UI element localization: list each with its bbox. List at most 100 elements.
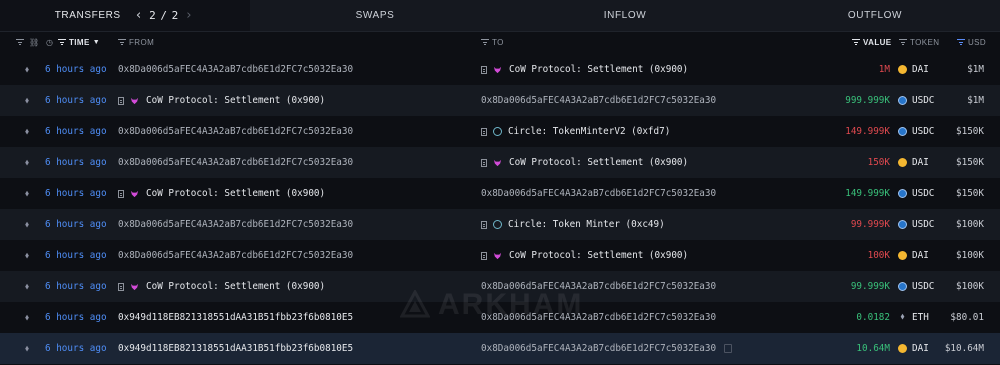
row-token[interactable]: DAI	[898, 147, 929, 178]
row-to-address[interactable]: 0x8Da006d5aFEC4A3A2aB7cdb6E1d2FC7c5032Ea…	[481, 302, 716, 333]
row-to-entity[interactable]: CoW Protocol: Settlement (0x900)	[481, 54, 688, 85]
tab-bar: TRANSFERS ‹ 2 / 2 › SWAPS INFLOW OUTFLOW	[0, 0, 1000, 32]
to-column-header[interactable]: TO	[481, 32, 504, 52]
table-row[interactable]: ⬧ 6 hours ago CoW Protocol: Settlement (…	[0, 271, 1000, 302]
table-row[interactable]: ⬧ 6 hours ago 0x949d118EB821318551dAA31B…	[0, 333, 1000, 364]
usdc-icon	[898, 96, 907, 105]
to-entity-label: CoW Protocol: Settlement (0x900)	[509, 157, 689, 168]
contract-icon	[481, 65, 487, 74]
contract-icon	[481, 127, 487, 136]
row-time[interactable]: 6 hours ago	[45, 302, 107, 333]
row-token[interactable]: USDC	[898, 271, 934, 302]
row-time[interactable]: 6 hours ago	[45, 147, 107, 178]
row-value: 10.64M	[856, 343, 890, 354]
chain-filter[interactable]	[16, 32, 24, 52]
row-time[interactable]: 6 hours ago	[45, 209, 107, 240]
filter-icon	[58, 39, 66, 45]
row-from-address[interactable]: 0x8Da006d5aFEC4A3A2aB7cdb6E1d2FC7c5032Ea…	[118, 209, 353, 240]
row-usd: $1M	[967, 95, 984, 106]
row-to-entity[interactable]: CoW Protocol: Settlement (0x900)	[481, 147, 688, 178]
tab-transfers[interactable]: TRANSFERS ‹ 2 / 2 ›	[0, 0, 250, 31]
ethereum-icon: ⬧	[24, 312, 30, 323]
token-label: USDC	[912, 219, 935, 230]
row-from-address[interactable]: 0x949d118EB821318551dAA31B51fbb23f6b0810…	[118, 302, 353, 333]
row-to-entity[interactable]: Circle: Token Minter (0xc49)	[481, 209, 665, 240]
row-time[interactable]: 6 hours ago	[45, 54, 107, 85]
row-token[interactable]: ⬧ ETH	[898, 302, 928, 333]
link-icon[interactable]: ⛓	[29, 32, 40, 52]
row-time[interactable]: 6 hours ago	[45, 271, 107, 302]
token-header-label: TOKEN	[910, 37, 940, 47]
row-token[interactable]: USDC	[898, 178, 934, 209]
table-row[interactable]: ⬧ 6 hours ago CoW Protocol: Settlement (…	[0, 85, 1000, 116]
prev-page-icon[interactable]: ‹	[133, 8, 145, 23]
cow-protocol-icon	[493, 66, 502, 73]
value-column-header[interactable]: VALUE	[852, 32, 892, 52]
from-entity-label: CoW Protocol: Settlement (0x900)	[146, 188, 326, 199]
row-token[interactable]: USDC	[898, 116, 934, 147]
row-from-address[interactable]: 0x8Da006d5aFEC4A3A2aB7cdb6E1d2FC7c5032Ea…	[118, 116, 353, 147]
row-from-entity[interactable]: CoW Protocol: Settlement (0x900)	[118, 85, 325, 116]
row-token[interactable]: DAI	[898, 240, 929, 271]
row-from-entity[interactable]: CoW Protocol: Settlement (0x900)	[118, 178, 325, 209]
row-time[interactable]: 6 hours ago	[45, 116, 107, 147]
row-from-entity[interactable]: CoW Protocol: Settlement (0x900)	[118, 271, 325, 302]
row-token[interactable]: DAI	[898, 54, 929, 85]
dai-icon	[898, 65, 907, 74]
row-usd: $100K	[956, 250, 984, 261]
token-label: USDC	[912, 95, 935, 106]
row-token[interactable]: DAI	[898, 333, 929, 364]
row-token[interactable]: USDC	[898, 209, 934, 240]
row-to-address[interactable]: 0x8Da006d5aFEC4A3A2aB7cdb6E1d2FC7c5032Ea…	[481, 271, 716, 302]
row-value: 1M	[878, 64, 890, 75]
copy-icon[interactable]	[724, 344, 733, 353]
from-header-label: FROM	[129, 37, 155, 47]
transfers-table: ⬧ 6 hours ago 0x8Da006d5aFEC4A3A2aB7cdb6…	[0, 54, 1000, 364]
row-to-address[interactable]: 0x8Da006d5aFEC4A3A2aB7cdb6E1d2FC7c5032Ea…	[481, 333, 733, 364]
usdc-icon	[898, 127, 907, 136]
table-row[interactable]: ⬧ 6 hours ago CoW Protocol: Settlement (…	[0, 178, 1000, 209]
row-time[interactable]: 6 hours ago	[45, 85, 107, 116]
row-from-address[interactable]: 0x8Da006d5aFEC4A3A2aB7cdb6E1d2FC7c5032Ea…	[118, 54, 353, 85]
tab-swaps[interactable]: SWAPS	[250, 0, 500, 31]
row-time[interactable]: 6 hours ago	[45, 240, 107, 271]
tab-outflow[interactable]: OUTFLOW	[750, 0, 1000, 31]
row-from-address[interactable]: 0x8Da006d5aFEC4A3A2aB7cdb6E1d2FC7c5032Ea…	[118, 240, 353, 271]
row-value: 0.0182	[856, 312, 890, 323]
token-label: DAI	[912, 343, 929, 354]
time-column-header[interactable]: TIME ▼	[58, 32, 100, 52]
row-value: 149.999K	[845, 126, 890, 137]
table-row[interactable]: ⬧ 6 hours ago 0x8Da006d5aFEC4A3A2aB7cdb6…	[0, 54, 1000, 85]
usd-header-label: USD	[968, 37, 987, 47]
usd-column-header[interactable]: USD	[957, 32, 986, 52]
row-token[interactable]: USDC	[898, 85, 934, 116]
row-time[interactable]: 6 hours ago	[45, 178, 107, 209]
table-row[interactable]: ⬧ 6 hours ago 0x8Da006d5aFEC4A3A2aB7cdb6…	[0, 116, 1000, 147]
clock-icon[interactable]: ◷	[46, 32, 53, 52]
from-column-header[interactable]: FROM	[118, 32, 154, 52]
row-time[interactable]: 6 hours ago	[45, 333, 107, 364]
row-usd: $10.64M	[944, 343, 984, 354]
token-column-header[interactable]: TOKEN	[899, 32, 939, 52]
from-entity-label: CoW Protocol: Settlement (0x900)	[146, 281, 326, 292]
tab-swaps-label: SWAPS	[355, 10, 395, 21]
table-row[interactable]: ⬧ 6 hours ago 0x8Da006d5aFEC4A3A2aB7cdb6…	[0, 240, 1000, 271]
row-from-address[interactable]: 0x949d118EB821318551dAA31B51fbb23f6b0810…	[118, 333, 353, 364]
row-from-address[interactable]: 0x8Da006d5aFEC4A3A2aB7cdb6E1d2FC7c5032Ea…	[118, 147, 353, 178]
row-to-address[interactable]: 0x8Da006d5aFEC4A3A2aB7cdb6E1d2FC7c5032Ea…	[481, 178, 716, 209]
ethereum-icon: ⬧	[24, 157, 30, 168]
row-to-entity[interactable]: CoW Protocol: Settlement (0x900)	[481, 240, 688, 271]
table-row[interactable]: ⬧ 6 hours ago 0x8Da006d5aFEC4A3A2aB7cdb6…	[0, 209, 1000, 240]
table-row[interactable]: ⬧ 6 hours ago 0x8Da006d5aFEC4A3A2aB7cdb6…	[0, 147, 1000, 178]
tab-inflow[interactable]: INFLOW	[500, 0, 750, 31]
table-row[interactable]: ⬧ 6 hours ago 0x949d118EB821318551dAA31B…	[0, 302, 1000, 333]
row-to-entity[interactable]: Circle: TokenMinterV2 (0xfd7)	[481, 116, 670, 147]
row-usd: $100K	[956, 281, 984, 292]
row-value: 150K	[867, 157, 890, 168]
row-to-address[interactable]: 0x8Da006d5aFEC4A3A2aB7cdb6E1d2FC7c5032Ea…	[481, 85, 716, 116]
contract-icon	[118, 282, 124, 291]
ethereum-icon: ⬧	[24, 95, 30, 106]
token-label: DAI	[912, 157, 929, 168]
to-address-label: 0x8Da006d5aFEC4A3A2aB7cdb6E1d2FC7c5032Ea…	[481, 343, 717, 354]
next-page-icon[interactable]: ›	[183, 8, 195, 23]
